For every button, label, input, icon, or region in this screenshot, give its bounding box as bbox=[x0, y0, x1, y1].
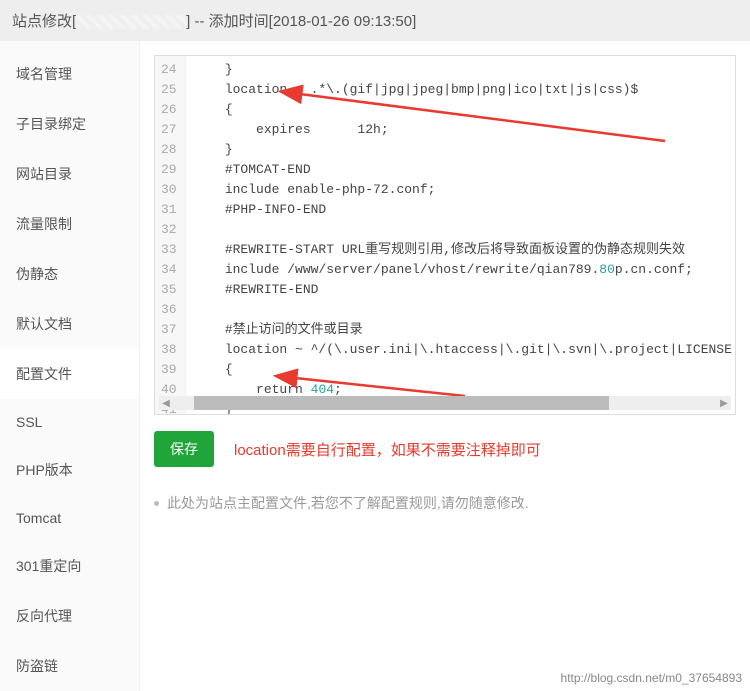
note-text: 此处为站点主配置文件,若您不了解配置规则,请勿随意修改. bbox=[167, 493, 529, 513]
sidebar-item[interactable]: Tomcat bbox=[0, 495, 139, 541]
sidebar-item[interactable]: 流量限制 bbox=[0, 199, 139, 249]
hint-text: location需要自行配置，如果不需要注释掉即可 bbox=[234, 439, 541, 460]
sidebar-item[interactable]: PHP版本 bbox=[0, 445, 139, 495]
sidebar-item[interactable]: 网站目录 bbox=[0, 149, 139, 199]
scroll-right-icon[interactable]: ▶ bbox=[717, 396, 731, 410]
save-button[interactable]: 保存 bbox=[154, 431, 214, 467]
scroll-left-icon[interactable]: ◀ bbox=[159, 396, 173, 410]
line-gutter: 242526272829303132333435363738394041 bbox=[155, 56, 186, 415]
sidebar-item[interactable]: 子目录绑定 bbox=[0, 99, 139, 149]
code-area[interactable]: } location ~ .*\.(gif|jpg|jpeg|bmp|png|i… bbox=[186, 56, 735, 415]
sidebar-item[interactable]: 反向代理 bbox=[0, 591, 139, 641]
body: 域名管理子目录绑定网站目录流量限制伪静态默认文档配置文件SSLPHP版本Tomc… bbox=[0, 41, 750, 691]
horizontal-scrollbar[interactable]: ◀ ▶ bbox=[159, 396, 731, 410]
scroll-thumb[interactable] bbox=[194, 396, 609, 410]
title-redacted bbox=[76, 15, 186, 29]
button-row: 保存 location需要自行配置，如果不需要注释掉即可 bbox=[154, 431, 736, 467]
bullet-icon bbox=[154, 501, 159, 506]
sidebar: 域名管理子目录绑定网站目录流量限制伪静态默认文档配置文件SSLPHP版本Tomc… bbox=[0, 41, 140, 691]
sidebar-item[interactable]: 伪静态 bbox=[0, 249, 139, 299]
note-line: 此处为站点主配置文件,若您不了解配置规则,请勿随意修改. bbox=[154, 493, 736, 513]
sidebar-item[interactable]: 域名管理 bbox=[0, 49, 139, 99]
title-prefix: 站点修改[ bbox=[12, 13, 76, 30]
sidebar-item[interactable]: 301重定向 bbox=[0, 541, 139, 591]
sidebar-item[interactable]: 配置文件 bbox=[0, 349, 139, 399]
code-editor[interactable]: 242526272829303132333435363738394041 } l… bbox=[154, 55, 736, 415]
sidebar-item[interactable]: 防盗链 bbox=[0, 641, 139, 691]
sidebar-item[interactable]: 默认文档 bbox=[0, 299, 139, 349]
main: 242526272829303132333435363738394041 } l… bbox=[140, 41, 750, 691]
watermark: http://blog.csdn.net/m0_37654893 bbox=[561, 671, 742, 685]
sidebar-item[interactable]: SSL bbox=[0, 399, 139, 445]
title-suffix: ] -- 添加时间[2018-01-26 09:13:50] bbox=[186, 13, 416, 30]
hint-keyword: location bbox=[234, 442, 286, 459]
title-bar: 站点修改[ ] -- 添加时间[2018-01-26 09:13:50] bbox=[0, 0, 750, 41]
hint-rest: 需要自行配置，如果不需要注释掉即可 bbox=[286, 442, 541, 459]
modal-root: 站点修改[ ] -- 添加时间[2018-01-26 09:13:50] 域名管理… bbox=[0, 0, 750, 691]
